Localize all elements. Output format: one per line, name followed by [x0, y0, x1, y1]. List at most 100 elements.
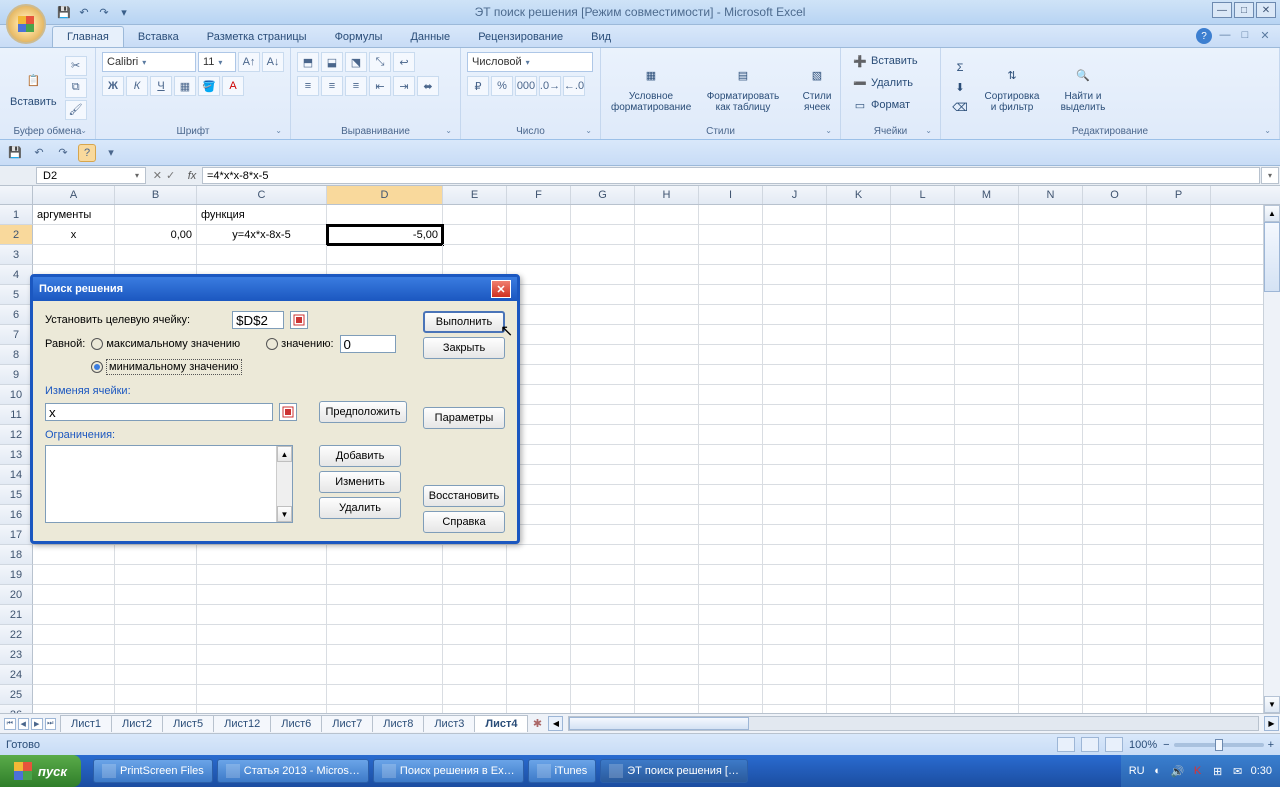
cell[interactable] [1147, 645, 1211, 665]
cell[interactable] [1019, 505, 1083, 525]
cell[interactable] [955, 705, 1019, 713]
cell[interactable] [115, 705, 197, 713]
align-right-button[interactable]: ≡ [345, 76, 367, 96]
col-header[interactable]: P [1147, 186, 1211, 204]
cell[interactable] [1147, 405, 1211, 425]
cell[interactable] [507, 585, 571, 605]
shrink-font-button[interactable]: A↓ [262, 52, 284, 72]
ref-picker-button[interactable] [290, 311, 308, 329]
autosum-button[interactable]: Σ [947, 59, 973, 77]
cell[interactable] [1083, 245, 1147, 265]
cell[interactable] [955, 445, 1019, 465]
cell[interactable] [1019, 585, 1083, 605]
grow-font-button[interactable]: A↑ [238, 52, 260, 72]
col-header[interactable]: N [1019, 186, 1083, 204]
cell[interactable] [763, 265, 827, 285]
cell[interactable] [635, 385, 699, 405]
row-header[interactable]: 11 [0, 405, 33, 425]
tab-home[interactable]: Главная [52, 26, 124, 47]
cell[interactable] [1083, 525, 1147, 545]
cell[interactable] [115, 245, 197, 265]
save-icon-2[interactable]: 💾 [6, 144, 24, 162]
cell[interactable] [955, 405, 1019, 425]
col-header[interactable]: G [571, 186, 635, 204]
align-center-button[interactable]: ≡ [321, 76, 343, 96]
cell[interactable] [1083, 445, 1147, 465]
cell[interactable] [1083, 365, 1147, 385]
paste-button[interactable]: 📋Вставить [6, 66, 61, 110]
cell[interactable] [635, 485, 699, 505]
cell[interactable] [33, 705, 115, 713]
cell[interactable] [1019, 545, 1083, 565]
cell[interactable] [955, 545, 1019, 565]
merge-button[interactable]: ⬌ [417, 76, 439, 96]
find-select-button[interactable]: 🔍Найти и выделить [1051, 61, 1115, 115]
last-sheet-icon[interactable]: ⏭ [45, 718, 57, 730]
cell[interactable] [1019, 625, 1083, 645]
format-painter-button[interactable]: 🖌 [65, 100, 87, 120]
cell[interactable] [699, 685, 763, 705]
cell[interactable] [955, 605, 1019, 625]
row-header[interactable]: 16 [0, 505, 33, 525]
orientation-button[interactable]: ⤡ [369, 52, 391, 72]
cell[interactable] [955, 345, 1019, 365]
cell[interactable] [699, 325, 763, 345]
cell[interactable] [1019, 685, 1083, 705]
cell[interactable] [763, 605, 827, 625]
col-header[interactable]: O [1083, 186, 1147, 204]
cell[interactable] [115, 545, 197, 565]
doc-minimize-icon[interactable]: — [1218, 28, 1232, 42]
cell[interactable] [571, 645, 635, 665]
radio-value[interactable]: значению: [266, 338, 333, 350]
format-cell-button[interactable]: ▭Формат [847, 96, 916, 114]
dialog-title-bar[interactable]: Поиск решения ✕ [33, 277, 517, 301]
value-input[interactable] [340, 335, 396, 353]
cell[interactable] [1147, 345, 1211, 365]
cell[interactable] [571, 225, 635, 245]
col-header[interactable]: A [33, 186, 115, 204]
col-header[interactable]: L [891, 186, 955, 204]
hscroll-right[interactable]: ▶ [1264, 716, 1279, 731]
cell[interactable] [1019, 405, 1083, 425]
cell[interactable] [891, 205, 955, 225]
cell[interactable] [1083, 305, 1147, 325]
tab-view[interactable]: Вид [577, 27, 625, 47]
cell[interactable] [197, 605, 327, 625]
sheet-tab[interactable]: Лист8 [372, 715, 424, 732]
cell[interactable] [763, 545, 827, 565]
cell[interactable] [1147, 705, 1211, 713]
percent-button[interactable]: % [491, 76, 513, 96]
font-size-combo[interactable]: 11▾ [198, 52, 236, 72]
row-header[interactable]: 23 [0, 645, 33, 665]
doc-close-icon[interactable]: ✕ [1258, 28, 1272, 42]
col-header[interactable]: C [197, 186, 327, 204]
cell[interactable] [763, 425, 827, 445]
cell[interactable] [699, 505, 763, 525]
cell[interactable] [827, 605, 891, 625]
cell[interactable] [955, 265, 1019, 285]
cell[interactable] [1019, 325, 1083, 345]
cell[interactable] [699, 625, 763, 645]
cell[interactable] [891, 585, 955, 605]
cell[interactable] [1147, 205, 1211, 225]
cell[interactable] [699, 225, 763, 245]
cell[interactable] [891, 465, 955, 485]
cell[interactable] [763, 365, 827, 385]
cell[interactable] [1083, 485, 1147, 505]
col-header[interactable]: F [507, 186, 571, 204]
col-header[interactable]: K [827, 186, 891, 204]
cell[interactable] [507, 685, 571, 705]
cell[interactable] [327, 625, 443, 645]
first-sheet-icon[interactable]: ⏮ [4, 718, 16, 730]
cell[interactable] [33, 605, 115, 625]
sort-filter-button[interactable]: ⇅Сортировка и фильтр [977, 61, 1047, 115]
cell[interactable] [891, 665, 955, 685]
cell[interactable] [1019, 525, 1083, 545]
cell[interactable] [1147, 625, 1211, 645]
cell[interactable] [699, 365, 763, 385]
cell[interactable] [827, 585, 891, 605]
fill-color-button[interactable]: 🪣 [198, 76, 220, 96]
cell[interactable] [699, 645, 763, 665]
changing-cells-input[interactable] [45, 403, 273, 421]
row-header[interactable]: 22 [0, 625, 33, 645]
